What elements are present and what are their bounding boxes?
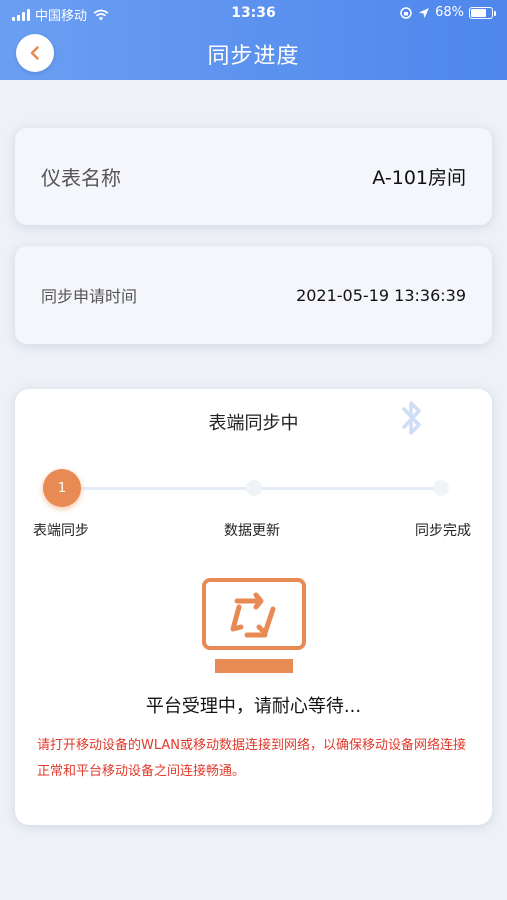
sync-request-time-label: 同步申请时间 — [41, 287, 138, 306]
step-1-indicator: 1 — [43, 469, 81, 507]
meter-name-label: 仪表名称 — [41, 166, 121, 190]
sync-progress-card: 表端同步中 1 表端同步 数据更新 同步完成 平台受理中，请耐心等待... 请打… — [15, 389, 492, 825]
sync-request-time-card: 同步申请时间 2021-05-19 13:36:39 — [15, 246, 492, 344]
wait-message: 平台受理中，请耐心等待... — [145, 696, 362, 717]
status-bar: 中国移动 13:36 68% — [0, 0, 507, 26]
meter-name-card: 仪表名称 A-101房间 — [15, 128, 492, 225]
step-3-label: 同步完成 — [415, 523, 471, 539]
page-title: 同步进度 — [207, 44, 300, 69]
step-1-label: 表端同步 — [33, 523, 89, 539]
network-warning: 请打开移动设备的WLAN或移动数据连接到网络，以确保移动设备网络连接正常和平台移… — [37, 738, 467, 779]
step-3-indicator — [433, 480, 449, 496]
location-icon — [419, 7, 430, 18]
step-2-label: 数据更新 — [224, 523, 280, 539]
step-2-indicator — [246, 480, 262, 496]
orientation-lock-icon — [400, 6, 412, 19]
syncing-monitor-icon — [202, 578, 306, 673]
battery-percent: 68% — [435, 5, 464, 20]
sync-request-time-value: 2021-05-19 13:36:39 — [296, 285, 466, 305]
battery-icon — [469, 6, 496, 19]
app-header: 中国移动 13:36 68% 同步进度 — [0, 0, 507, 80]
bluetooth-icon — [402, 401, 421, 435]
meter-name-value: A-101房间 — [372, 167, 466, 189]
